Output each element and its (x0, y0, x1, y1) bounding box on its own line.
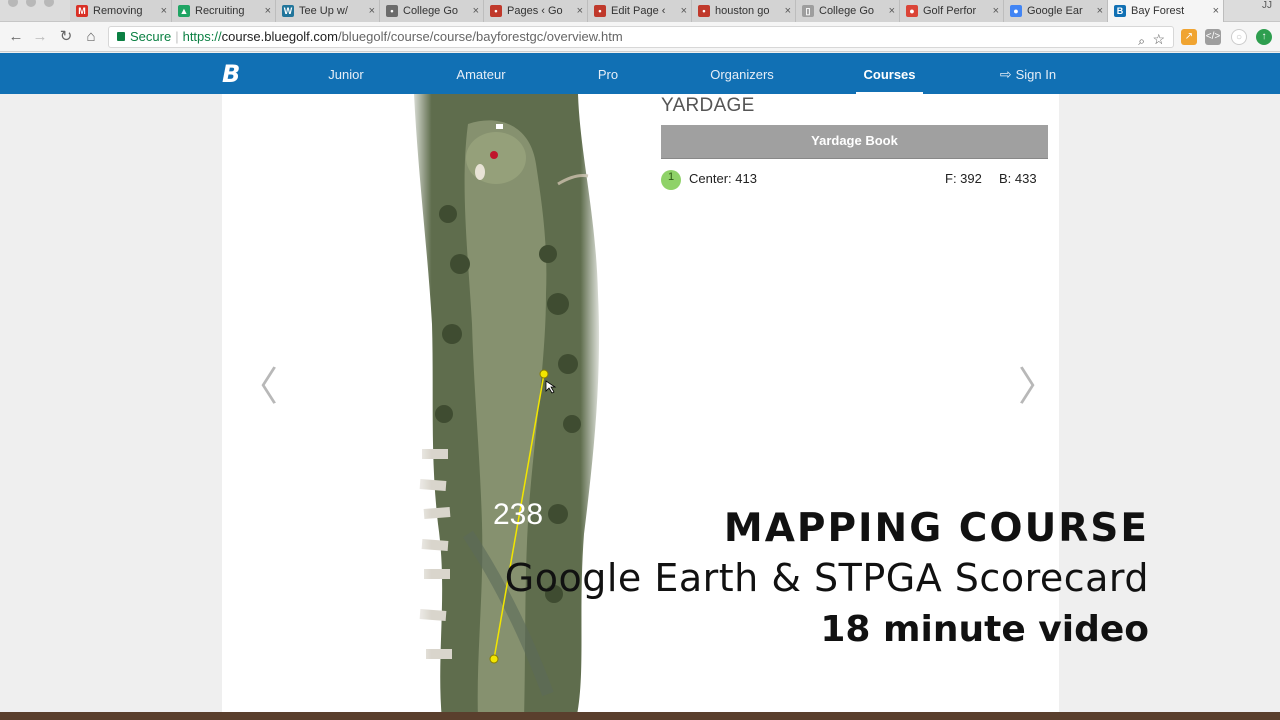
tab-close-icon[interactable]: × (1213, 5, 1219, 17)
tab-close-icon[interactable]: × (473, 5, 479, 17)
url-path: /bluegolf/course/course/bayforestgc/over… (337, 29, 623, 44)
hole-map-graphic: 238 (408, 94, 604, 720)
secure-label: Secure (130, 29, 172, 44)
tab-title: Golf Perfor (923, 5, 977, 17)
browser-tab[interactable]: • Pages ‹ Go × (484, 0, 588, 22)
front-yardage: F: 392 (945, 171, 982, 186)
sign-in-label: Sign In (1015, 67, 1057, 82)
extension-chart-icon[interactable]: ↗ (1181, 29, 1197, 45)
center-yardage: Center: 413 (689, 171, 757, 186)
yardage-book-button[interactable]: Yardage Book (661, 125, 1048, 159)
profile-badge[interactable]: JJ (1262, 0, 1272, 11)
video-title: MAPPING COURSE (723, 506, 1149, 551)
tab-title: Edit Page ‹ (611, 5, 666, 17)
hole-number-badge[interactable]: 1 (661, 170, 681, 190)
video-duration: 18 minute video (820, 609, 1149, 650)
doc-icon: ▯ (802, 5, 814, 17)
tab-title: Recruiting (195, 5, 245, 17)
browser-tab[interactable]: ▯ College Go × (796, 0, 900, 22)
tab-title: houston go (715, 5, 770, 17)
forward-arrow-icon[interactable]: → (30, 27, 50, 47)
tab-title: Tee Up w/ (299, 5, 348, 17)
tab-title: Bay Forest (1131, 5, 1185, 17)
nav-junior[interactable]: Junior (318, 53, 374, 94)
desktop-edge (0, 712, 1280, 720)
pin-marker (490, 151, 498, 159)
tab-title: College Go (819, 5, 875, 17)
bluegolf-icon: B (1114, 5, 1126, 17)
browser-tab[interactable]: • College Go × (380, 0, 484, 22)
tab-close-icon[interactable]: × (265, 5, 271, 17)
page-icon: • (698, 5, 710, 17)
url-host: course.bluegolf.com (221, 29, 338, 44)
page-icon: • (490, 5, 502, 17)
close-window-button[interactable] (8, 0, 18, 7)
yardage-heading: YARDAGE (661, 95, 755, 116)
nav-amateur[interactable]: Amateur (448, 53, 514, 94)
drive-icon: ▲ (178, 5, 190, 17)
site-navbar: B Junior Amateur Pro Organizers Courses … (0, 53, 1280, 94)
back-yardage: B: 433 (999, 171, 1037, 186)
zoom-window-button[interactable] (44, 0, 54, 7)
bluegolf-logo[interactable]: B (222, 62, 246, 86)
lock-icon (117, 32, 125, 41)
nav-courses[interactable]: Courses (856, 53, 923, 94)
hole-aerial-map[interactable]: 238 (408, 94, 604, 720)
distance-label: 238 (493, 498, 543, 531)
tee-marker[interactable] (489, 654, 499, 664)
site-icon: • (386, 5, 398, 17)
back-arrow-icon[interactable]: ← (6, 27, 26, 47)
video-subtitle: Google Earth & STPGA Scorecard (504, 556, 1149, 600)
tab-close-icon[interactable]: × (681, 5, 687, 17)
tab-close-icon[interactable]: × (577, 5, 583, 17)
browser-tab[interactable]: M Removing × (70, 0, 172, 22)
tab-close-icon[interactable]: × (889, 5, 895, 17)
tab-title: Pages ‹ Go (507, 5, 563, 17)
nav-sign-in[interactable]: ⇨ Sign In (992, 53, 1064, 94)
carousel-next-icon[interactable]: 〉 (1018, 354, 1058, 412)
tab-title: Google Ear (1027, 5, 1083, 17)
browser-tab[interactable]: ▲ Recruiting × (172, 0, 276, 22)
tab-close-icon[interactable]: × (369, 5, 375, 17)
nav-organizers[interactable]: Organizers (702, 53, 782, 94)
flag-icon (496, 124, 503, 129)
gmail-icon: M (76, 5, 88, 17)
tab-title: College Go (403, 5, 459, 17)
wordpress-icon: W (282, 5, 294, 17)
sign-in-icon: ⇨ (999, 66, 1012, 82)
bookmark-star-icon[interactable]: ☆ (1152, 29, 1165, 49)
tab-close-icon[interactable]: × (993, 5, 999, 17)
url-scheme: https:// (182, 29, 222, 44)
browser-tab[interactable]: B Bay Forest × (1108, 0, 1224, 22)
target-marker[interactable] (539, 369, 549, 379)
extension-code-icon[interactable]: </> (1205, 29, 1221, 45)
browser-tab[interactable]: • houston go × (692, 0, 796, 22)
tab-close-icon[interactable]: × (161, 5, 167, 17)
browser-tab[interactable]: W Tee Up w/ × (276, 0, 380, 22)
browser-tab[interactable]: • Edit Page ‹ × (588, 0, 692, 22)
reload-icon[interactable]: ↻ (56, 27, 76, 47)
minimize-window-button[interactable] (26, 0, 36, 7)
zoom-icon[interactable]: ⌕ (1138, 31, 1145, 51)
extension-circle-icon[interactable]: ○ (1231, 29, 1247, 45)
earth-icon: ● (1010, 5, 1022, 17)
tab-close-icon[interactable]: × (1097, 5, 1103, 17)
carousel-prev-icon[interactable]: 〈 (238, 354, 278, 412)
tab-close-icon[interactable]: × (785, 5, 791, 17)
extension-green-icon[interactable]: ↑ (1256, 29, 1272, 45)
nav-pro[interactable]: Pro (590, 53, 626, 94)
chrome-icon: ● (906, 5, 918, 17)
window-controls (8, 0, 54, 7)
home-icon[interactable]: ⌂ (81, 27, 101, 47)
address-bar[interactable]: Secure | https://course.bluegolf.com/blueg… (108, 26, 1174, 48)
browser-toolbar: ← → ↻ ⌂ Secure | https://course.bluegolf.c… (0, 22, 1280, 52)
tab-title: Removing (93, 5, 143, 17)
yardage-row: 1 Center: 413 F: 392 B: 433 (661, 170, 1048, 192)
page-icon: • (594, 5, 606, 17)
browser-tab[interactable]: ● Golf Perfor × (900, 0, 1004, 22)
browser-tab[interactable]: ● Google Ear × (1004, 0, 1108, 22)
browser-tab-strip: M Removing × ▲ Recruiting × W Tee Up w/ × • Colleg… (0, 0, 1280, 22)
